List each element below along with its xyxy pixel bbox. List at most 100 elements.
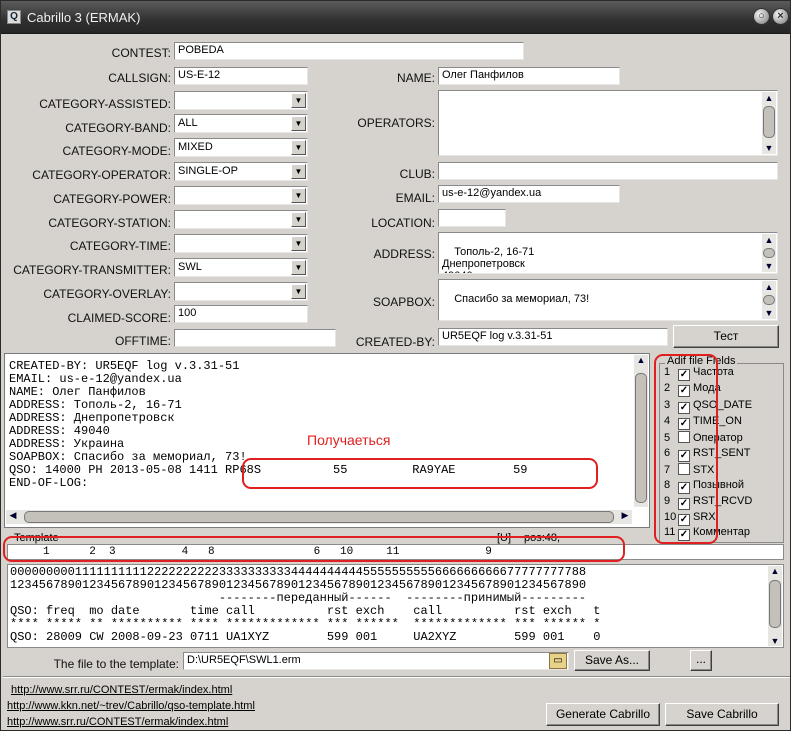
contest-field[interactable]: POBEDA <box>174 42 524 60</box>
template-preview-scrollbar[interactable]: ▲ ▼ <box>768 566 782 646</box>
chevron-down-icon[interactable]: ▼ <box>291 93 306 108</box>
label-category-transmitter: CATEGORY-TRANSMITTER: <box>13 263 171 277</box>
chevron-left-icon[interactable]: ◀ <box>6 510 20 521</box>
scroll-thumb[interactable] <box>769 580 781 628</box>
scroll-thumb[interactable] <box>763 295 775 305</box>
category-operator-select[interactable]: SINGLE-OP ▼ <box>174 162 308 181</box>
template-preview-text: 0000000001111111111222222222233333333334… <box>10 566 601 644</box>
close-icon[interactable]: × <box>772 8 789 25</box>
chevron-down-icon[interactable]: ▼ <box>291 212 306 227</box>
offtime-field[interactable] <box>174 329 336 347</box>
operators-textarea[interactable]: ▲ ▼ <box>438 90 778 156</box>
chevron-down-icon[interactable]: ▼ <box>762 260 776 272</box>
category-time-select[interactable]: ▼ <box>174 234 308 253</box>
chevron-up-icon[interactable]: ▲ <box>762 234 776 246</box>
label-category-assisted: CATEGORY-ASSISTED: <box>39 97 171 111</box>
link-cabrillo-template[interactable]: http://www.kkn.net/~trev/Cabrillo/qso-te… <box>7 700 255 712</box>
divider <box>3 676 790 678</box>
title-bar[interactable]: Q Cabrillo 3 (ERMAK) ○ × <box>1 1 790 34</box>
template-file-path[interactable]: D:\UR5EQF\SWL1.erm <box>183 652 569 670</box>
label-soapbox: SOAPBOX: <box>372 295 435 309</box>
label-contest: CONTEST: <box>111 46 171 60</box>
annotation-adif-highlight <box>654 354 718 544</box>
label-callsign: CALLSIGN: <box>108 71 171 85</box>
chevron-down-icon[interactable]: ▼ <box>291 140 306 155</box>
chevron-down-icon[interactable]: ▼ <box>762 142 776 154</box>
label-club: CLUB: <box>399 167 435 181</box>
template-preview[interactable]: 0000000001111111111222222222233333333334… <box>7 564 784 648</box>
address-textarea[interactable]: Тополь-2, 16-71 Днепропетровск 49040 ▲ ▼ <box>438 232 778 274</box>
club-field[interactable] <box>438 162 778 180</box>
generate-cabrillo-button[interactable]: Generate Cabrillo <box>546 703 660 726</box>
email-field[interactable]: us-e-12@yandex.ua <box>438 185 620 203</box>
minimize-icon[interactable]: ○ <box>753 8 770 25</box>
label-name: NAME: <box>396 71 435 85</box>
chevron-down-icon[interactable]: ▼ <box>291 236 306 251</box>
label-category-station: CATEGORY-STATION: <box>48 216 171 230</box>
chevron-down-icon[interactable]: ▼ <box>768 636 782 646</box>
chevron-right-icon[interactable]: ▶ <box>618 510 632 521</box>
template-preview-line: QSO: 28009 CW 2008-09-23 0711 UA1XYZ 599… <box>10 630 601 644</box>
scroll-thumb[interactable] <box>635 373 647 503</box>
category-station-select[interactable]: ▼ <box>174 210 308 229</box>
app-icon: Q <box>7 10 21 24</box>
category-band-select[interactable]: ALL ▼ <box>174 114 308 133</box>
chevron-up-icon[interactable]: ▲ <box>762 92 776 104</box>
chevron-down-icon[interactable]: ▼ <box>291 284 306 299</box>
category-assisted-select[interactable]: ▼ <box>174 91 308 110</box>
chevron-down-icon[interactable]: ▼ <box>291 164 306 179</box>
label-category-time: CATEGORY-TIME: <box>69 239 171 253</box>
callsign-field[interactable]: US-E-12 <box>174 67 308 85</box>
save-as-button[interactable]: Save As... <box>574 650 650 671</box>
label-address: ADDRESS: <box>373 247 435 261</box>
label-category-power: CATEGORY-POWER: <box>53 192 171 206</box>
test-button[interactable]: Тест <box>673 325 779 348</box>
soapbox-scrollbar[interactable]: ▲ ▼ <box>762 281 776 319</box>
soapbox-textarea[interactable]: Спасибо за мемориал, 73! ▲ ▼ <box>438 279 778 321</box>
link-ermak-2[interactable]: http://www.srr.ru/CONTEST/ermak/index.ht… <box>7 716 228 728</box>
chevron-up-icon[interactable]: ▲ <box>762 281 776 293</box>
chevron-up-icon[interactable]: ▲ <box>768 566 782 576</box>
name-field[interactable]: Олег Панфилов <box>438 67 620 85</box>
claimed-score-field[interactable]: 100 <box>174 305 308 323</box>
chevron-down-icon[interactable]: ▼ <box>762 307 776 319</box>
label-category-operator: CATEGORY-OPERATOR: <box>32 168 171 182</box>
save-cabrillo-button[interactable]: Save Cabrillo <box>665 703 779 726</box>
location-field[interactable] <box>438 209 506 227</box>
scroll-thumb[interactable] <box>763 106 775 138</box>
category-power-select[interactable]: ▼ <box>174 186 308 205</box>
label-category-band: CATEGORY-BAND: <box>65 121 171 135</box>
output-hscrollbar[interactable]: ◀ ▶ <box>6 510 632 524</box>
category-transmitter-select[interactable]: SWL ▼ <box>174 258 308 277</box>
browse-button[interactable]: ... <box>690 650 712 671</box>
link-ermak-1[interactable]: http://www.srr.ru/CONTEST/ermak/index.ht… <box>11 684 232 696</box>
category-band-value: ALL <box>178 117 198 129</box>
category-operator-value: SINGLE-OP <box>178 165 238 177</box>
chevron-down-icon[interactable]: ▼ <box>291 188 306 203</box>
category-mode-value: MIXED <box>178 141 213 153</box>
main-window: Q Cabrillo 3 (ERMAK) ○ × CONTEST: POBEDA… <box>0 0 791 731</box>
chevron-up-icon[interactable]: ▲ <box>634 355 648 365</box>
folder-open-icon[interactable]: ▭ <box>549 653 567 669</box>
operators-scrollbar[interactable]: ▲ ▼ <box>762 92 776 154</box>
chevron-down-icon[interactable]: ▼ <box>291 260 306 275</box>
annotation-template-highlight <box>3 536 625 562</box>
label-email: EMAIL: <box>395 191 435 205</box>
category-overlay-select[interactable]: ▼ <box>174 282 308 301</box>
scroll-thumb[interactable] <box>763 248 775 258</box>
output-vscrollbar[interactable]: ▲ <box>634 355 648 507</box>
label-operators: OPERATORS: <box>357 116 435 130</box>
category-mode-select[interactable]: MIXED ▼ <box>174 138 308 157</box>
address-scrollbar[interactable]: ▲ ▼ <box>762 234 776 272</box>
label-category-overlay: CATEGORY-OVERLAY: <box>43 287 171 301</box>
soapbox-value: Спасибо за мемориал, 73! <box>454 293 590 305</box>
scroll-thumb[interactable] <box>24 511 614 523</box>
label-created-by: CREATED-BY: <box>355 335 435 349</box>
address-value: Тополь-2, 16-71 Днепропетровск 49040 <box>442 246 535 273</box>
window-title: Cabrillo 3 (ERMAK) <box>27 10 141 25</box>
annotation-label: Получаеться <box>307 432 391 448</box>
chevron-down-icon[interactable]: ▼ <box>291 116 306 131</box>
label-category-mode: CATEGORY-MODE: <box>62 144 171 158</box>
created-by-field[interactable]: UR5EQF log v.3.31-51 <box>438 328 668 346</box>
category-transmitter-value: SWL <box>178 261 202 273</box>
